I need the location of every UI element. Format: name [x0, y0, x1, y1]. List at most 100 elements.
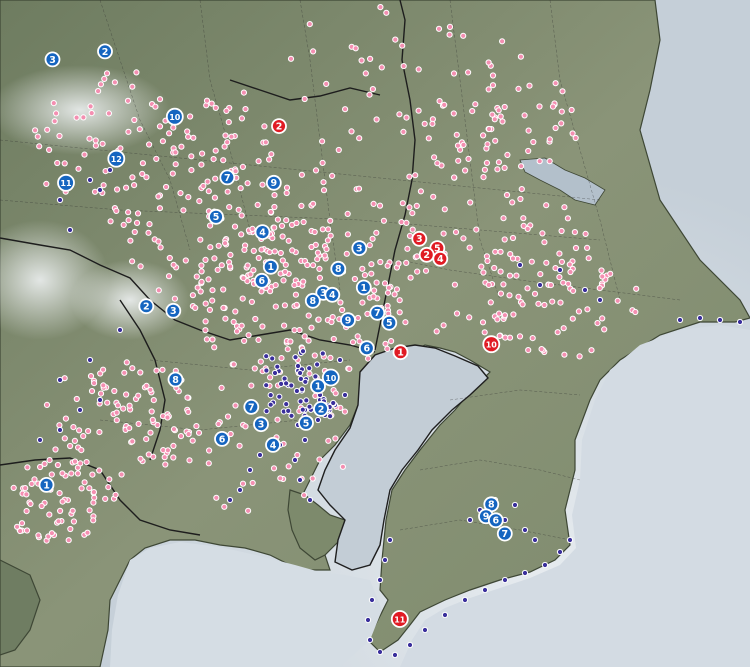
pink-dot[interactable]	[224, 139, 231, 146]
pink-dot[interactable]	[440, 322, 447, 329]
pink-dot[interactable]	[430, 193, 437, 200]
pink-dot[interactable]	[59, 498, 66, 505]
pink-dot[interactable]	[332, 390, 339, 397]
coastal-dot[interactable]	[441, 611, 449, 619]
pink-dot[interactable]	[238, 231, 245, 238]
pink-dot[interactable]	[355, 185, 363, 192]
pink-dot[interactable]	[484, 257, 491, 265]
pink-dot[interactable]	[495, 107, 502, 114]
pink-dot[interactable]	[466, 314, 473, 321]
pink-dot[interactable]	[188, 153, 195, 160]
coastal-dot[interactable]	[56, 426, 64, 434]
coastal-dot[interactable]	[696, 314, 704, 322]
pink-dot[interactable]	[230, 361, 237, 368]
pink-dot[interactable]	[262, 139, 269, 146]
pink-dot[interactable]	[83, 459, 90, 466]
pink-dot[interactable]	[569, 315, 576, 322]
pink-dot[interactable]	[268, 151, 275, 158]
pink-dot[interactable]	[113, 417, 120, 424]
coastal-dot[interactable]	[299, 386, 306, 393]
pink-dot[interactable]	[146, 221, 153, 228]
pink-dot[interactable]	[524, 225, 531, 232]
blue-badge-11[interactable]: 11	[57, 173, 75, 192]
pink-dot[interactable]	[211, 344, 218, 351]
pink-dot[interactable]	[361, 272, 368, 279]
blue-badge-3[interactable]: 3	[351, 240, 368, 257]
blue-badge-7[interactable]: 7	[243, 398, 260, 415]
pink-dot[interactable]	[501, 164, 508, 171]
pink-dot[interactable]	[296, 327, 303, 334]
pink-dot[interactable]	[359, 299, 366, 306]
pink-dot[interactable]	[123, 391, 130, 398]
blue-badge-2[interactable]: 2	[313, 400, 329, 417]
coastal-dot[interactable]	[319, 350, 326, 357]
pink-dot[interactable]	[153, 155, 160, 162]
pink-dot[interactable]	[558, 108, 565, 115]
coastal-dot[interactable]	[327, 413, 334, 420]
coastal-dot[interactable]	[501, 576, 509, 584]
pink-dot[interactable]	[206, 447, 213, 454]
pink-dot[interactable]	[43, 180, 50, 187]
pink-dot[interactable]	[584, 244, 591, 251]
pink-dot[interactable]	[503, 191, 511, 199]
coastal-dot[interactable]	[303, 397, 310, 404]
coastal-dot[interactable]	[381, 556, 389, 564]
pink-dot[interactable]	[112, 491, 119, 498]
pink-dot[interactable]	[271, 224, 278, 231]
pink-dot[interactable]	[120, 405, 127, 412]
pink-dot[interactable]	[121, 369, 128, 376]
pink-dot[interactable]	[598, 267, 605, 274]
pink-dot[interactable]	[236, 442, 243, 449]
pink-dot[interactable]	[90, 499, 97, 506]
pink-dot[interactable]	[105, 110, 113, 117]
pink-dot[interactable]	[205, 460, 212, 467]
pink-dot[interactable]	[346, 365, 353, 372]
pink-dot[interactable]	[92, 137, 99, 144]
pink-dot[interactable]	[212, 147, 219, 154]
pink-dot[interactable]	[421, 120, 428, 127]
pink-dot[interactable]	[315, 316, 322, 323]
pink-dot[interactable]	[349, 339, 357, 346]
coastal-dot[interactable]	[531, 536, 539, 544]
pink-dot[interactable]	[329, 172, 336, 179]
pink-dot[interactable]	[104, 399, 111, 406]
pink-dot[interactable]	[546, 136, 553, 143]
pink-dot[interactable]	[384, 345, 391, 352]
pink-dot[interactable]	[312, 167, 320, 174]
coastal-dot[interactable]	[294, 362, 302, 370]
coastal-dot[interactable]	[376, 648, 384, 656]
pink-dot[interactable]	[354, 314, 362, 322]
pink-dot[interactable]	[453, 310, 461, 317]
pink-dot[interactable]	[52, 446, 59, 453]
pink-dot[interactable]	[96, 429, 103, 436]
pink-dot[interactable]	[321, 252, 328, 259]
pink-dot[interactable]	[489, 111, 496, 118]
pink-dot[interactable]	[310, 48, 317, 55]
pink-dot[interactable]	[531, 290, 539, 297]
pink-dot[interactable]	[348, 128, 355, 135]
pink-dot[interactable]	[367, 55, 374, 63]
pink-dot[interactable]	[466, 244, 473, 251]
pink-dot[interactable]	[515, 85, 522, 93]
pink-dot[interactable]	[293, 301, 300, 308]
pink-dot[interactable]	[235, 206, 242, 213]
coastal-dot[interactable]	[274, 363, 281, 370]
pink-dot[interactable]	[382, 340, 389, 347]
pink-dot[interactable]	[107, 218, 114, 225]
pink-dot[interactable]	[632, 308, 639, 316]
pink-dot[interactable]	[14, 523, 21, 530]
pink-dot[interactable]	[259, 181, 266, 188]
blue-badge-4[interactable]: 4	[265, 436, 281, 453]
pink-dot[interactable]	[314, 249, 321, 256]
pink-dot[interactable]	[415, 66, 422, 73]
pink-dot[interactable]	[549, 103, 557, 110]
coastal-dot[interactable]	[541, 561, 549, 569]
pink-dot[interactable]	[566, 261, 573, 268]
pink-dot[interactable]	[549, 298, 556, 305]
pink-dot[interactable]	[120, 221, 127, 228]
pink-dot[interactable]	[89, 471, 96, 478]
pink-dot[interactable]	[129, 83, 136, 90]
pink-dot[interactable]	[462, 167, 469, 174]
pink-dot[interactable]	[46, 146, 53, 153]
pink-dot[interactable]	[185, 408, 192, 415]
